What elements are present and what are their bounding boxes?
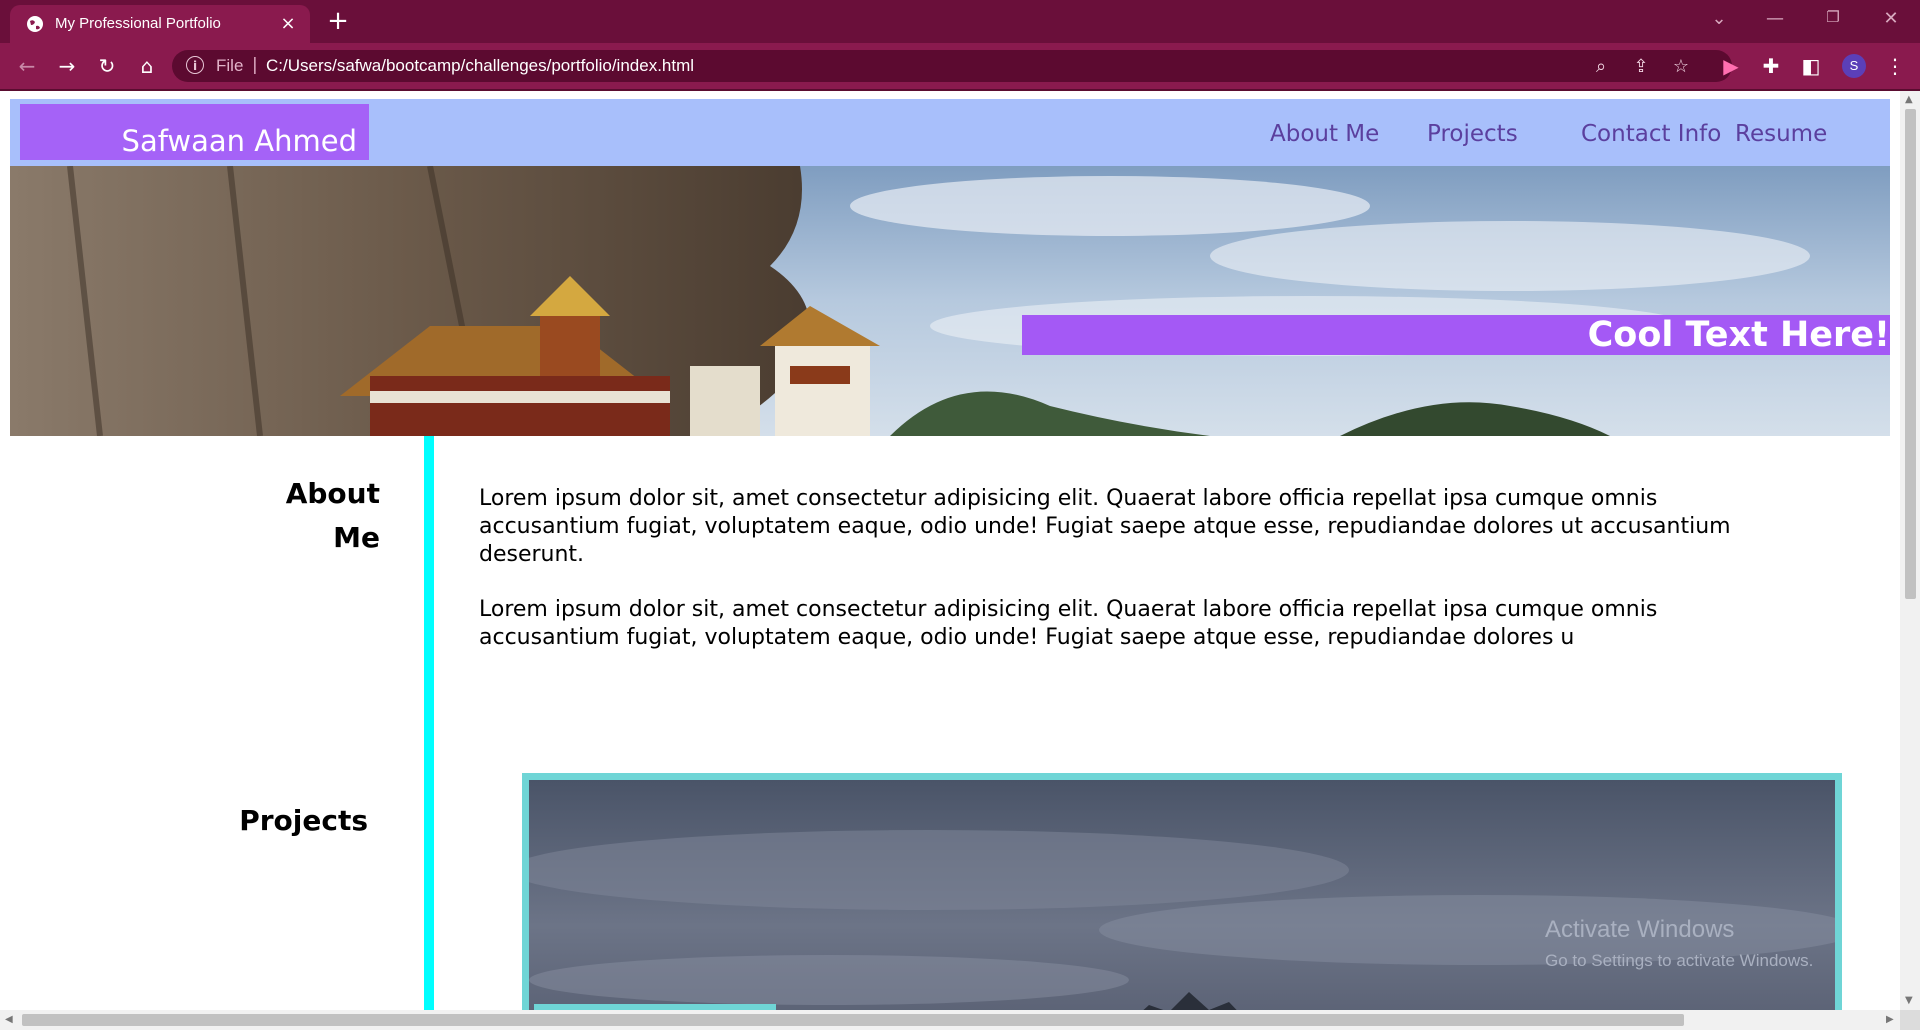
activate-windows-title: Activate Windows [1545,916,1735,943]
scheme-label: File [216,56,244,75]
extensions-puzzle-icon[interactable]: ✚ [1758,53,1784,79]
scroll-left-icon[interactable]: ◀ [5,1014,13,1025]
window-close-icon[interactable]: ✕ [1876,8,1906,29]
hero-banner: Cool Text Here! [1022,315,1890,355]
horizontal-scroll-thumb[interactable] [22,1014,1684,1026]
nav-resume[interactable]: Resume [1735,121,1827,147]
nav-contact-info[interactable]: Contact Info [1581,121,1721,147]
nav-about-me[interactable]: About Me [1270,121,1379,147]
site-info-icon[interactable]: i [186,56,204,74]
back-icon[interactable]: ← [14,53,40,79]
about-paragraph-1: Lorem ipsum dolor sit, amet consectetur … [479,486,1731,567]
section-divider [424,436,434,1010]
horizontal-scrollbar[interactable]: ◀ ▶ [0,1010,1900,1030]
site-header: Safwaan Ahmed About Me Projects Contact … [10,99,1890,166]
url-text[interactable]: C:/Users/safwa/bootcamp/challenges/portf… [266,56,694,76]
hero-image: Cool Text Here! [10,166,1890,436]
profile-avatar[interactable]: S [1842,54,1866,78]
activate-windows-subtitle: Go to Settings to activate Windows. [1545,951,1814,970]
side-panel-icon[interactable]: ◧ [1798,53,1824,79]
new-tab-button[interactable]: + [325,6,351,36]
project-card[interactable] [522,773,1842,1010]
hero-landscape-illustration [10,166,1890,436]
zoom-icon[interactable]: ⌕ [1590,56,1612,78]
tab-close-icon[interactable]: × [278,13,298,34]
reload-icon[interactable]: ↻ [94,53,120,79]
about-title-line1: About [285,477,380,510]
scrollbar-corner [1900,1010,1920,1030]
logo-box[interactable]: Safwaan Ahmed [20,104,369,160]
vertical-scrollbar[interactable]: ▲ ▼ [1900,91,1920,1010]
vertical-scroll-thumb[interactable] [1905,109,1916,599]
menu-kebab-icon[interactable]: ⋮ [1882,53,1908,79]
minimize-icon[interactable]: — [1760,8,1790,29]
extension-icon[interactable]: ▶ [1718,53,1744,79]
forward-icon[interactable]: → [54,53,80,79]
site-logo[interactable]: Safwaan Ahmed [122,124,357,158]
hero-headline: Cool Text Here! [1587,315,1890,355]
browser-tab-strip: My Professional Portfolio × + ⌄ — ❐ ✕ [0,0,1920,43]
about-me-title: About Me [240,472,380,560]
about-paragraph-2: Lorem ipsum dolor sit, amet consectetur … [479,597,1658,650]
project-landscape-illustration [529,780,1835,1010]
browser-tab[interactable]: My Professional Portfolio × [10,5,310,43]
home-icon[interactable]: ⌂ [134,53,160,79]
address-separator: | [252,55,258,75]
globe-icon [27,16,43,32]
page-viewport: Safwaan Ahmed About Me Projects Contact … [0,91,1900,1010]
address-bar[interactable]: i File | C:/Users/safwa/bootcamp/challen… [172,50,1732,82]
about-title-line2: Me [333,521,380,554]
bookmark-star-icon[interactable]: ☆ [1670,56,1692,78]
browser-toolbar: ← → ↻ ⌂ i File | C:/Users/safwa/bootcamp… [0,43,1920,91]
scroll-down-icon[interactable]: ▼ [1905,995,1913,1006]
project-image[interactable] [529,780,1835,1010]
projects-title: Projects [239,804,368,837]
tab-search-icon[interactable]: ⌄ [1704,8,1734,29]
tab-title: My Professional Portfolio [55,15,221,32]
nav-projects[interactable]: Projects [1427,121,1518,147]
restore-icon[interactable]: ❐ [1818,8,1848,26]
scroll-up-icon[interactable]: ▲ [1905,94,1913,105]
share-icon[interactable]: ⇪ [1630,56,1652,78]
scroll-right-icon[interactable]: ▶ [1886,1014,1894,1025]
